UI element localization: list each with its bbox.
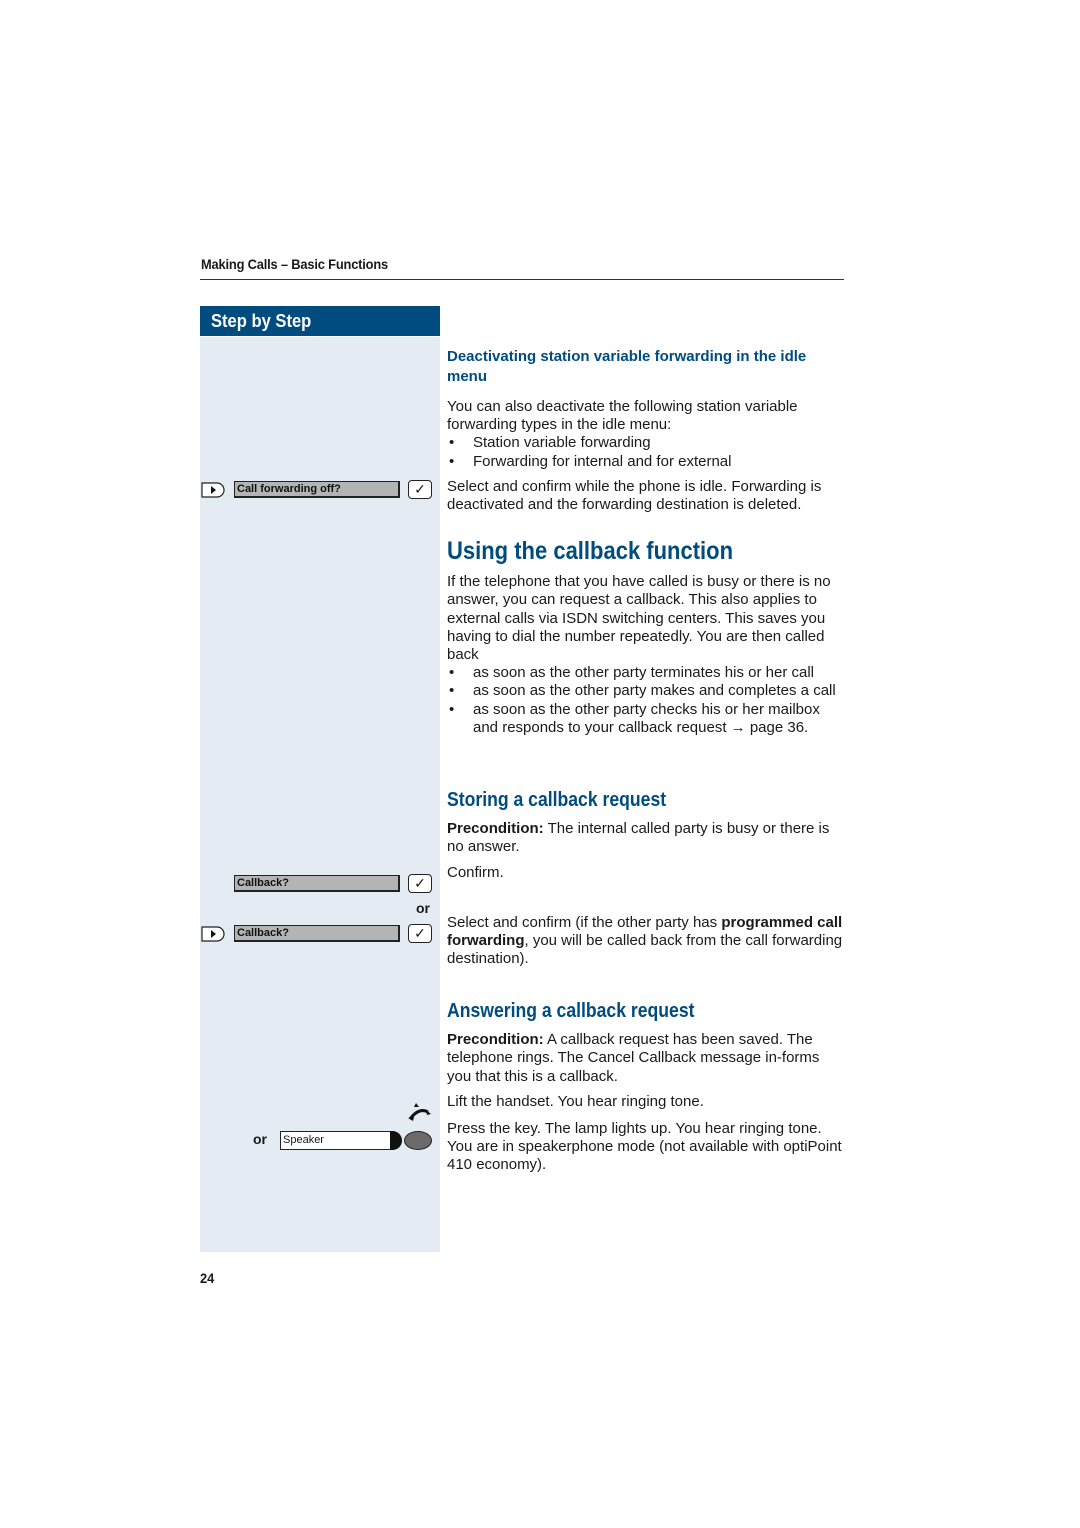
paragraph: You can also deactivate the following st… [447, 398, 798, 434]
key-row-call-forwarding-off: Call forwarding off? ✓ [201, 480, 433, 501]
section-heading: Deactivating station variable forwarding… [447, 348, 807, 385]
display-call-forwarding-off[interactable]: Call forwarding off? [234, 481, 400, 498]
ok-check-icon[interactable]: ✓ [408, 924, 432, 943]
section-title: Using the callback function [447, 537, 734, 565]
lift-handset-icon [408, 1103, 431, 1121]
display-callback[interactable]: Callback? [234, 925, 400, 942]
key-row-callback-select: Callback? ✓ [201, 924, 433, 945]
ok-check-icon[interactable]: ✓ [408, 874, 432, 893]
section-callback: Using the callback function If the telep… [447, 537, 847, 737]
precondition: Precondition: The internal called party … [447, 820, 847, 856]
header-rule [200, 279, 844, 280]
precondition: Precondition: A callback request has bee… [447, 1031, 847, 1086]
section-storing: Storing a callback request Precondition:… [447, 789, 847, 968]
section-title: Answering a callback request [447, 1000, 695, 1022]
step-by-step-column: Call forwarding off? ✓ Callback? ✓ or Ca… [200, 337, 440, 1252]
bullet-item: as soon as the other party terminates hi… [447, 664, 847, 682]
speaker-lamp-icon [404, 1131, 432, 1150]
bullet-item: Forwarding for internal and for external [447, 453, 847, 471]
bullet-item: as soon as the other party makes and com… [447, 682, 847, 700]
paragraph: Select and confirm (if the other party h… [447, 913, 843, 968]
paragraph: Select and confirm while the phone is id… [447, 477, 822, 514]
paragraph: If the telephone that you have called is… [447, 573, 831, 664]
paragraph: Lift the handset. You hear ringing tone. [447, 1092, 704, 1110]
bullet-item: as soon as the other party checks his or… [447, 701, 847, 737]
speaker-key[interactable]: Speaker [280, 1131, 394, 1150]
running-head: Making Calls – Basic Functions [201, 256, 389, 272]
key-row-speaker: or Speaker [253, 1131, 453, 1151]
bullet-item: Station variable forwarding [447, 434, 847, 452]
speaker-key-cap [390, 1131, 402, 1150]
precondition-label: Precondition: [447, 820, 544, 838]
page-number: 24 [200, 1270, 215, 1286]
or-label: or [416, 900, 430, 916]
precondition-label: Precondition: [447, 1031, 544, 1049]
navigation-arrow-icon[interactable] [201, 926, 225, 942]
display-callback[interactable]: Callback? [234, 875, 400, 892]
paragraph: Confirm. [447, 863, 504, 881]
or-label: or [253, 1131, 267, 1147]
paragraph: Press the key. The lamp lights up. You h… [447, 1120, 842, 1174]
section-title: Storing a callback request [447, 789, 667, 811]
step-by-step-title: Step by Step [211, 311, 312, 331]
ok-check-icon[interactable]: ✓ [408, 480, 432, 499]
key-row-callback: Callback? ✓ [201, 874, 433, 895]
section-answering: Answering a callback request Preconditio… [447, 1000, 847, 1175]
navigation-arrow-icon[interactable] [201, 482, 225, 498]
section-deactivate: Deactivating station variable forwarding… [447, 347, 847, 514]
step-by-step-header: Step by Step [200, 306, 440, 336]
